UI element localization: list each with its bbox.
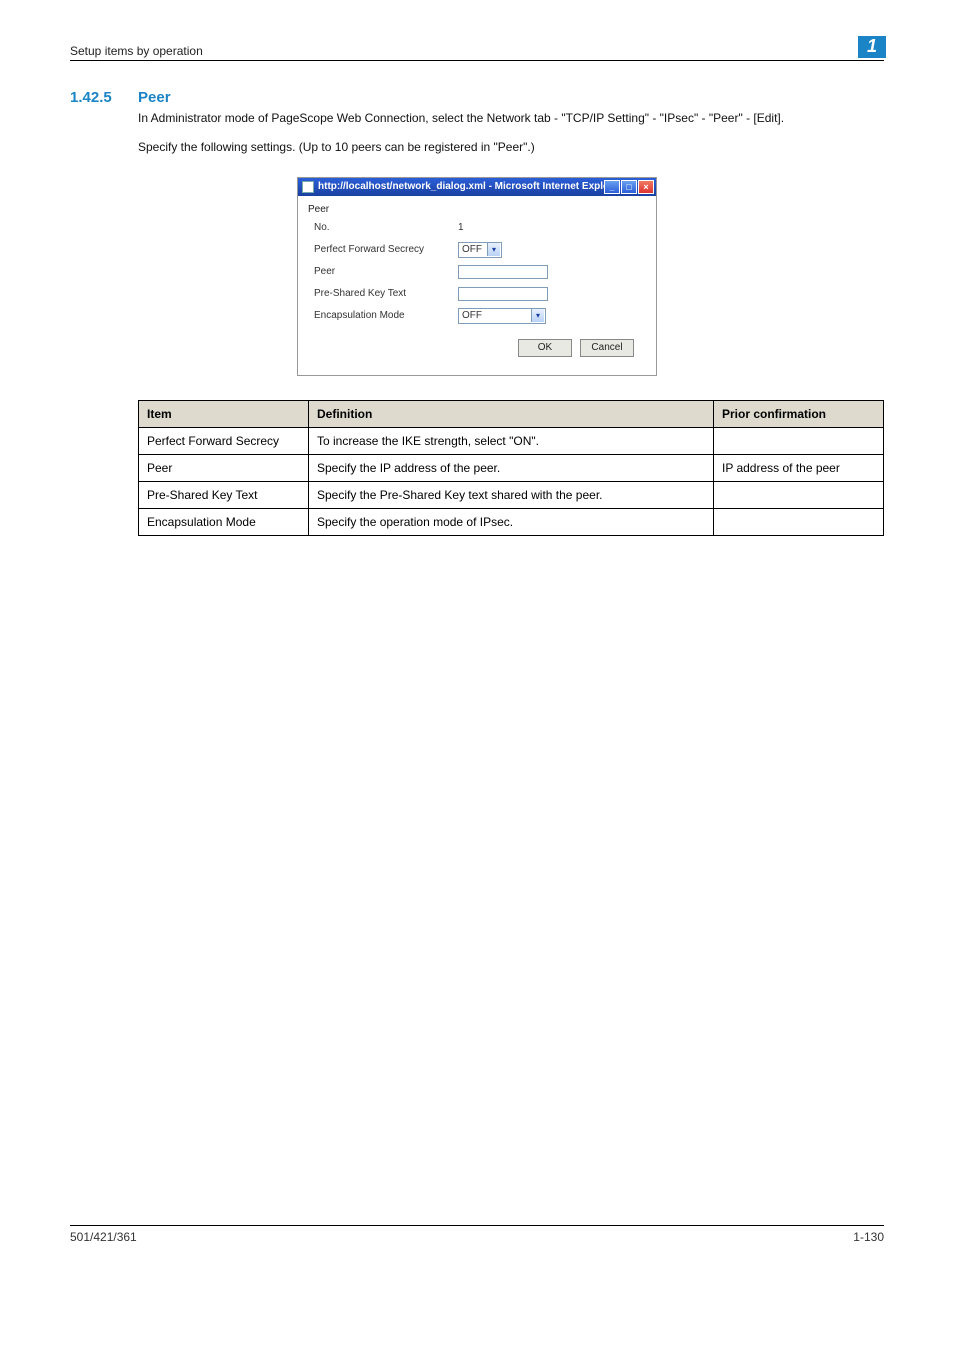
table-cell: Specify the IP address of the peer.	[309, 454, 714, 481]
peer-label: Peer	[308, 266, 458, 277]
table-cell: Encapsulation Mode	[139, 508, 309, 535]
section-number: 1.42.5	[70, 89, 138, 106]
running-title: Setup items by operation	[70, 44, 203, 58]
encap-label: Encapsulation Mode	[308, 310, 458, 321]
dialog-window: http://localhost/network_dialog.xml - Mi…	[297, 177, 657, 376]
ok-button[interactable]: OK	[518, 339, 572, 357]
table-header-item: Item	[139, 400, 309, 427]
section-title: Peer	[138, 89, 171, 106]
table-cell: Specify the operation mode of IPsec.	[309, 508, 714, 535]
table-cell: Perfect Forward Secrecy	[139, 427, 309, 454]
ie-icon	[302, 181, 314, 193]
table-row: Perfect Forward Secrecy To increase the …	[139, 427, 884, 454]
table-row: Peer Specify the IP address of the peer.…	[139, 454, 884, 481]
no-label: No.	[308, 222, 458, 233]
table-cell	[714, 508, 884, 535]
pfs-select[interactable]: OFF ▾	[458, 242, 502, 258]
chapter-number-badge: 1	[858, 36, 886, 58]
table-header-definition: Definition	[309, 400, 714, 427]
definitions-table: Item Definition Prior confirmation Perfe…	[138, 400, 884, 536]
encap-select[interactable]: OFF ▾	[458, 308, 546, 324]
table-cell: Peer	[139, 454, 309, 481]
paragraph-1: In Administrator mode of PageScope Web C…	[138, 110, 884, 127]
cancel-button[interactable]: Cancel	[580, 339, 634, 357]
table-cell: Pre-Shared Key Text	[139, 481, 309, 508]
footer-left: 501/421/361	[70, 1230, 137, 1244]
dialog-title: http://localhost/network_dialog.xml - Mi…	[318, 181, 604, 192]
table-cell	[714, 481, 884, 508]
chevron-down-icon: ▾	[487, 243, 500, 256]
table-row: Pre-Shared Key Text Specify the Pre-Shar…	[139, 481, 884, 508]
psk-input[interactable]	[458, 287, 548, 301]
maximize-button[interactable]: □	[621, 180, 637, 194]
psk-label: Pre-Shared Key Text	[308, 288, 458, 299]
table-row: Encapsulation Mode Specify the operation…	[139, 508, 884, 535]
chevron-down-icon: ▾	[531, 309, 544, 322]
no-value: 1	[458, 222, 464, 233]
table-cell: IP address of the peer	[714, 454, 884, 481]
footer-right: 1-130	[853, 1230, 884, 1244]
pfs-label: Perfect Forward Secrecy	[308, 244, 458, 255]
pfs-select-value: OFF	[462, 244, 482, 255]
dialog-titlebar: http://localhost/network_dialog.xml - Mi…	[298, 178, 656, 196]
dialog-section-label: Peer	[308, 204, 646, 215]
minimize-button[interactable]: _	[604, 180, 620, 194]
table-cell: Specify the Pre-Shared Key text shared w…	[309, 481, 714, 508]
peer-input[interactable]	[458, 265, 548, 279]
table-cell	[714, 427, 884, 454]
encap-select-value: OFF	[462, 310, 482, 321]
close-button[interactable]: ×	[638, 180, 654, 194]
table-header-prior: Prior confirmation	[714, 400, 884, 427]
paragraph-2: Specify the following settings. (Up to 1…	[138, 139, 884, 156]
table-cell: To increase the IKE strength, select "ON…	[309, 427, 714, 454]
